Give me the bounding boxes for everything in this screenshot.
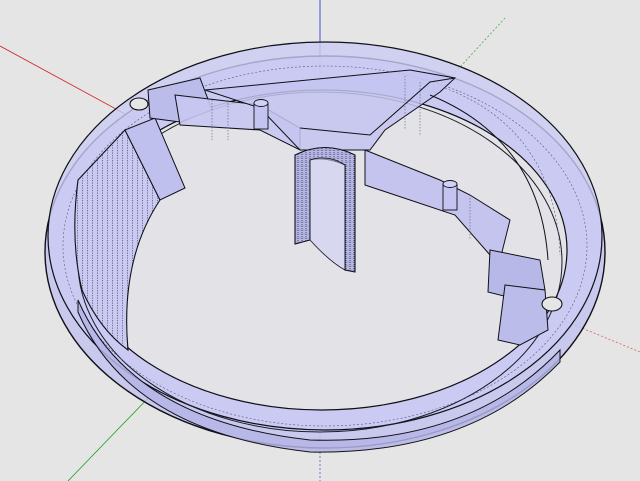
boss-right (442, 180, 458, 211)
model-canvas[interactable] (0, 0, 640, 481)
mount-hole-left (129, 97, 149, 111)
mount-hole-right (541, 296, 563, 312)
model-viewport[interactable] (0, 0, 640, 481)
boss-left (253, 99, 269, 130)
ring-model[interactable] (44, 41, 606, 453)
